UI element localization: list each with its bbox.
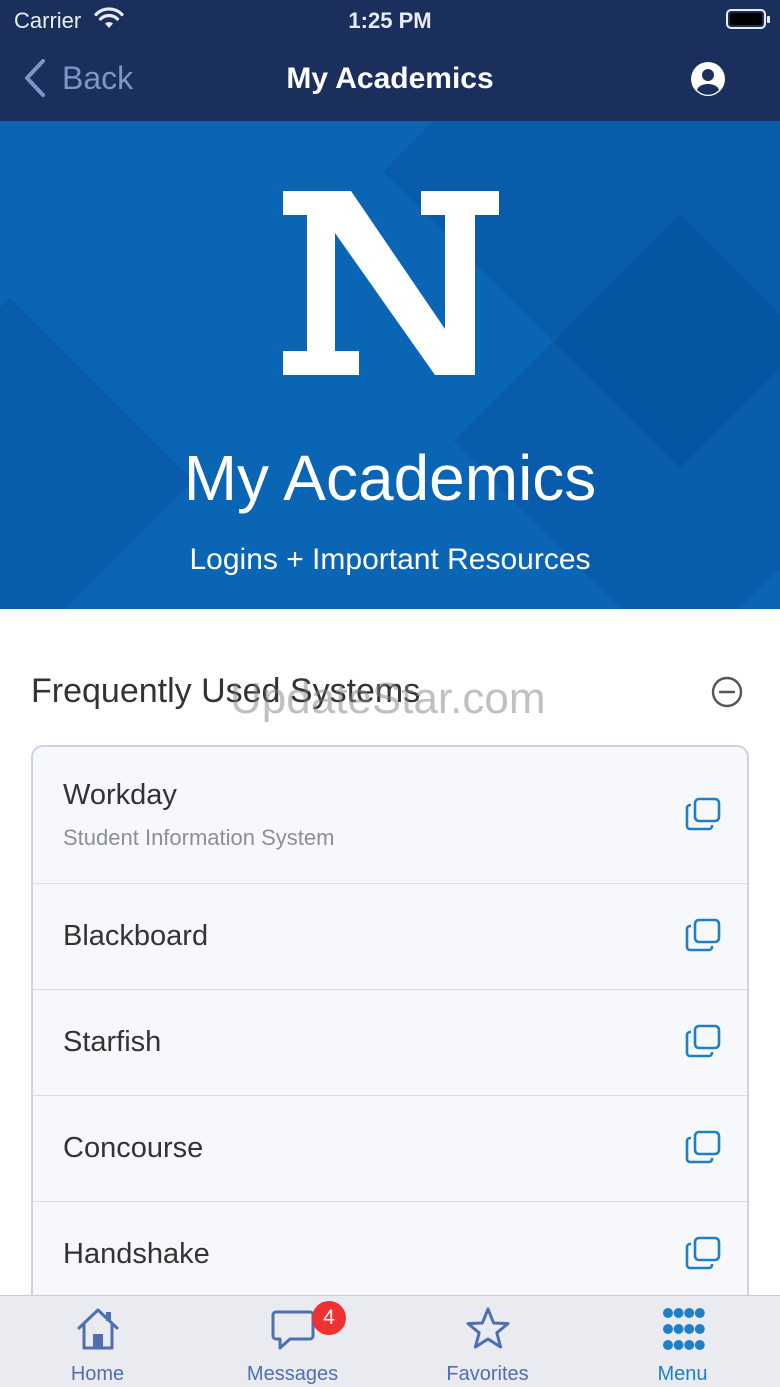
home-icon bbox=[77, 1308, 119, 1350]
external-link-icon bbox=[685, 918, 721, 952]
external-link-icon bbox=[685, 1130, 721, 1164]
list-item-title: Concourse bbox=[63, 1132, 204, 1164]
tab-bar: Home Messages Favorites Menu bbox=[0, 1295, 780, 1387]
clock: 1:25 PM bbox=[348, 8, 432, 33]
list-item-title: Starfish bbox=[63, 1026, 162, 1058]
tab-menu[interactable]: Menu bbox=[585, 1296, 780, 1387]
battery-icon bbox=[726, 9, 770, 29]
collapse-icon[interactable] bbox=[711, 676, 743, 708]
hero-subtitle: Logins + Important Resources bbox=[189, 543, 591, 576]
list-item-starfish[interactable]: Starfish bbox=[33, 990, 747, 1096]
tab-label: Home bbox=[70, 1363, 125, 1385]
list-item-concourse[interactable]: Concourse bbox=[33, 1096, 747, 1202]
hero-banner: My Academics Logins + Important Resource… bbox=[0, 121, 780, 609]
external-link-icon bbox=[685, 1024, 721, 1058]
navigation-bar: Back My Academics bbox=[0, 40, 780, 121]
account-icon[interactable] bbox=[690, 61, 726, 97]
messages-icon bbox=[271, 1310, 315, 1350]
messages-badge: 4 bbox=[312, 1301, 346, 1335]
external-link-icon bbox=[685, 1236, 721, 1270]
tab-label: Menu bbox=[657, 1363, 708, 1385]
list-item-workday[interactable]: Workday Student Information System bbox=[33, 747, 747, 884]
star-icon bbox=[466, 1307, 510, 1349]
top-bar: Carrier 1:25 PM Back My Academics bbox=[0, 0, 780, 121]
nav-title: My Academics bbox=[286, 62, 494, 95]
list-item-title: Handshake bbox=[63, 1238, 210, 1270]
list-item-handshake[interactable]: Handshake bbox=[33, 1202, 747, 1305]
external-link-icon bbox=[685, 797, 721, 831]
systems-list: Workday Student Information System Black… bbox=[31, 745, 749, 1305]
list-item-title: Blackboard bbox=[63, 920, 209, 952]
list-item-blackboard[interactable]: Blackboard bbox=[33, 884, 747, 990]
tab-favorites[interactable]: Favorites bbox=[390, 1296, 585, 1387]
list-item-subtitle: Student Information System bbox=[63, 825, 335, 850]
grid-menu-icon bbox=[663, 1308, 705, 1350]
university-logo bbox=[283, 191, 499, 375]
tab-label: Favorites bbox=[446, 1363, 529, 1385]
status-bar: Carrier 1:25 PM bbox=[0, 0, 780, 40]
list-item-title: Workday bbox=[63, 779, 177, 811]
tab-messages[interactable]: Messages bbox=[195, 1296, 390, 1387]
section-title: Frequently Used Systems bbox=[31, 672, 421, 710]
tab-label: Messages bbox=[246, 1363, 339, 1385]
hero-title: My Academics bbox=[183, 442, 597, 514]
tab-home[interactable]: Home bbox=[0, 1296, 195, 1387]
